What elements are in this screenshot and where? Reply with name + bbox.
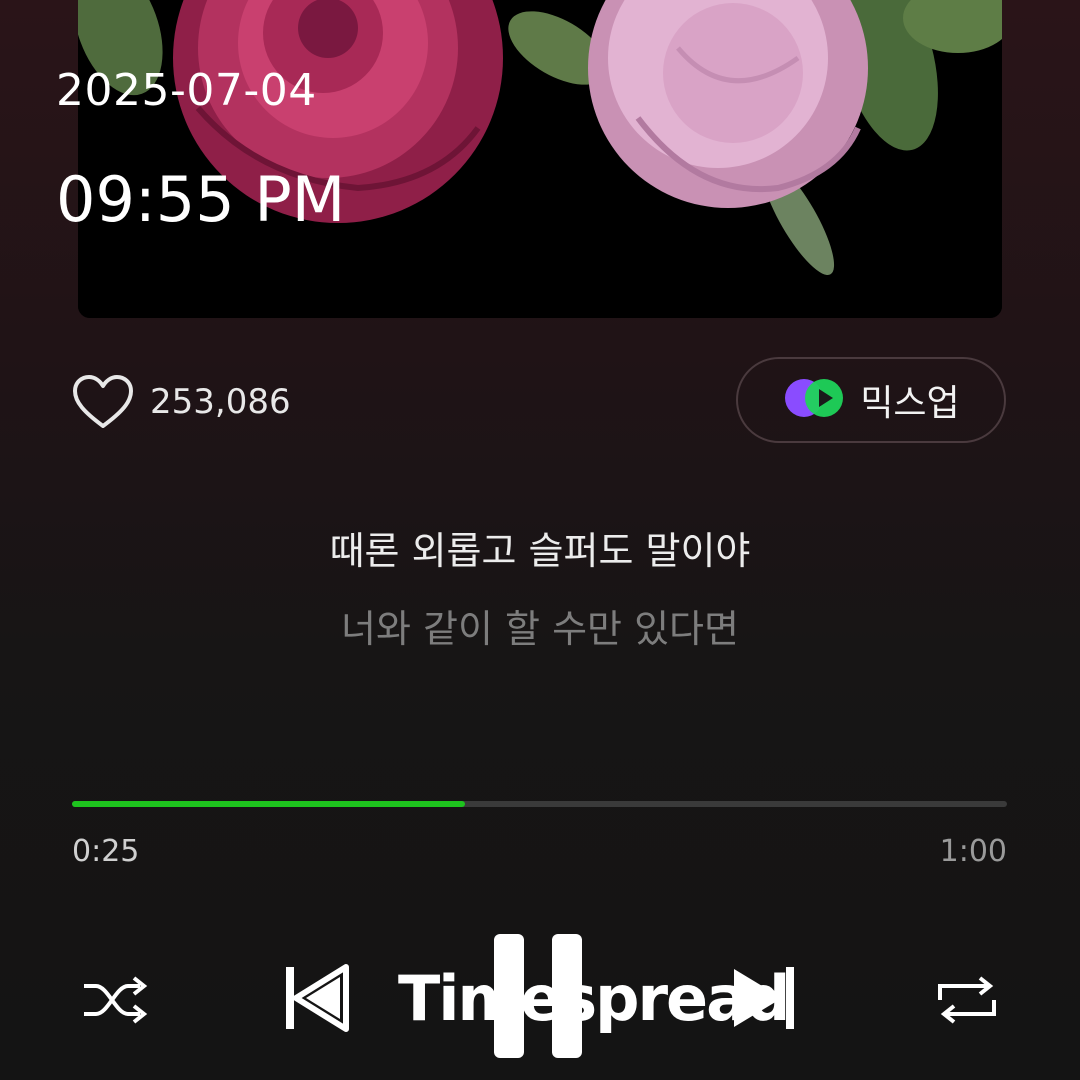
shuffle-icon bbox=[84, 976, 148, 1024]
time-elapsed: 0:25 bbox=[72, 834, 140, 869]
like-count: 253,086 bbox=[150, 382, 291, 422]
shuffle-button[interactable] bbox=[70, 960, 160, 1040]
previous-track-icon bbox=[286, 964, 349, 1032]
flower-artwork-icon bbox=[78, 0, 1002, 318]
mixup-logo-icon bbox=[782, 376, 846, 424]
repeat-button[interactable] bbox=[922, 960, 1012, 1040]
mixup-label: 믹스업 bbox=[860, 383, 960, 424]
overlay-date: 2025-07-04 bbox=[56, 65, 317, 116]
album-art bbox=[78, 0, 1002, 318]
mixup-button[interactable]: 믹스업 bbox=[736, 357, 1006, 443]
watermark: Timespread bbox=[398, 962, 790, 1035]
lyric-current-line[interactable]: 때론 외롭고 슬퍼도 말이야 bbox=[0, 520, 1080, 575]
progress-bar[interactable] bbox=[72, 801, 1007, 807]
heart-outline-icon bbox=[72, 372, 134, 432]
lyric-next-line[interactable]: 너와 같이 할 수만 있다면 bbox=[0, 598, 1080, 653]
progress-fill bbox=[72, 801, 465, 807]
like-button[interactable]: 253,086 bbox=[72, 372, 291, 432]
time-total: 1:00 bbox=[939, 834, 1007, 869]
overlay-time: 09:55 PM bbox=[56, 163, 346, 236]
previous-button[interactable] bbox=[280, 955, 376, 1041]
repeat-icon bbox=[938, 976, 996, 1024]
